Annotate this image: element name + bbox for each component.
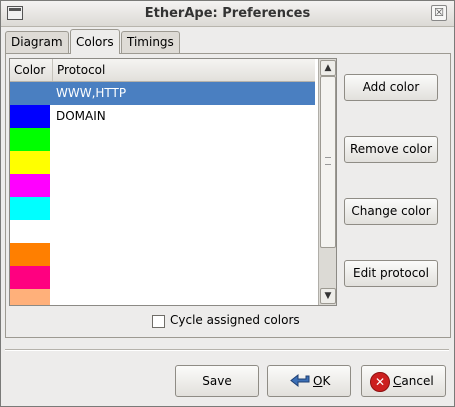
color-swatch — [10, 289, 50, 305]
window-title: EtherApe: Preferences — [144, 6, 311, 21]
color-swatch — [10, 243, 50, 266]
cycle-colors-label[interactable]: Cycle assigned colors — [170, 313, 300, 327]
color-swatch — [10, 151, 50, 174]
table-row[interactable]: DOMAIN — [10, 105, 315, 128]
color-swatch — [10, 105, 50, 128]
table-row[interactable] — [10, 220, 315, 243]
table-row[interactable] — [10, 197, 315, 220]
table-row[interactable] — [10, 243, 315, 266]
cycle-colors-checkbox[interactable] — [152, 315, 165, 328]
protocol-name: DOMAIN — [56, 109, 106, 123]
table-row[interactable] — [10, 266, 315, 289]
colors-page: Color Protocol WWW,HTTP DOMAIN ▲ ▼ Add co… — [5, 53, 451, 338]
cancel-label: Cancel — [393, 374, 434, 388]
table-row[interactable] — [10, 174, 315, 197]
ok-label: OK — [313, 374, 331, 388]
save-button[interactable]: Save — [175, 365, 259, 397]
list-rows: WWW,HTTP DOMAIN — [10, 82, 315, 305]
color-swatch — [10, 174, 50, 197]
table-row[interactable] — [10, 151, 315, 174]
color-swatch — [10, 82, 50, 105]
scroll-up-icon[interactable]: ▲ — [320, 60, 336, 76]
preferences-window: EtherApe: Preferences ☒ Diagram Colors T… — [0, 0, 455, 407]
column-header-color[interactable]: Color — [10, 59, 53, 81]
protocol-name: WWW,HTTP — [56, 86, 127, 100]
scrollbar-thumb[interactable] — [320, 76, 336, 248]
color-swatch — [10, 197, 50, 220]
add-color-button[interactable]: Add color — [344, 74, 438, 101]
scroll-down-icon[interactable]: ▼ — [320, 288, 336, 304]
column-header-protocol[interactable]: Protocol — [53, 59, 315, 81]
table-row[interactable] — [10, 289, 315, 305]
color-swatch — [10, 128, 50, 151]
tab-diagram[interactable]: Diagram — [5, 31, 69, 53]
table-row[interactable]: WWW,HTTP — [10, 82, 315, 105]
cancel-button[interactable]: ✕ Cancel — [361, 365, 446, 397]
list-header: Color Protocol — [10, 59, 315, 82]
color-swatch — [10, 266, 50, 289]
color-swatch — [10, 220, 50, 243]
tab-colors[interactable]: Colors — [70, 29, 120, 54]
ok-arrow-icon — [290, 373, 310, 388]
protocol-color-list[interactable]: Color Protocol WWW,HTTP DOMAIN ▲ ▼ — [9, 58, 337, 306]
remove-color-button[interactable]: Remove color — [344, 136, 438, 163]
list-scrollbar[interactable]: ▲ ▼ — [318, 59, 336, 305]
cancel-icon: ✕ — [370, 372, 390, 392]
ok-button[interactable]: OK — [267, 365, 351, 397]
table-row[interactable] — [10, 128, 315, 151]
tab-timings[interactable]: Timings — [121, 31, 180, 53]
title-bar: EtherApe: Preferences ☒ — [1, 1, 454, 27]
close-icon[interactable]: ☒ — [431, 5, 447, 21]
change-color-button[interactable]: Change color — [344, 198, 438, 225]
separator — [5, 349, 449, 351]
edit-protocol-button[interactable]: Edit protocol — [344, 260, 438, 287]
